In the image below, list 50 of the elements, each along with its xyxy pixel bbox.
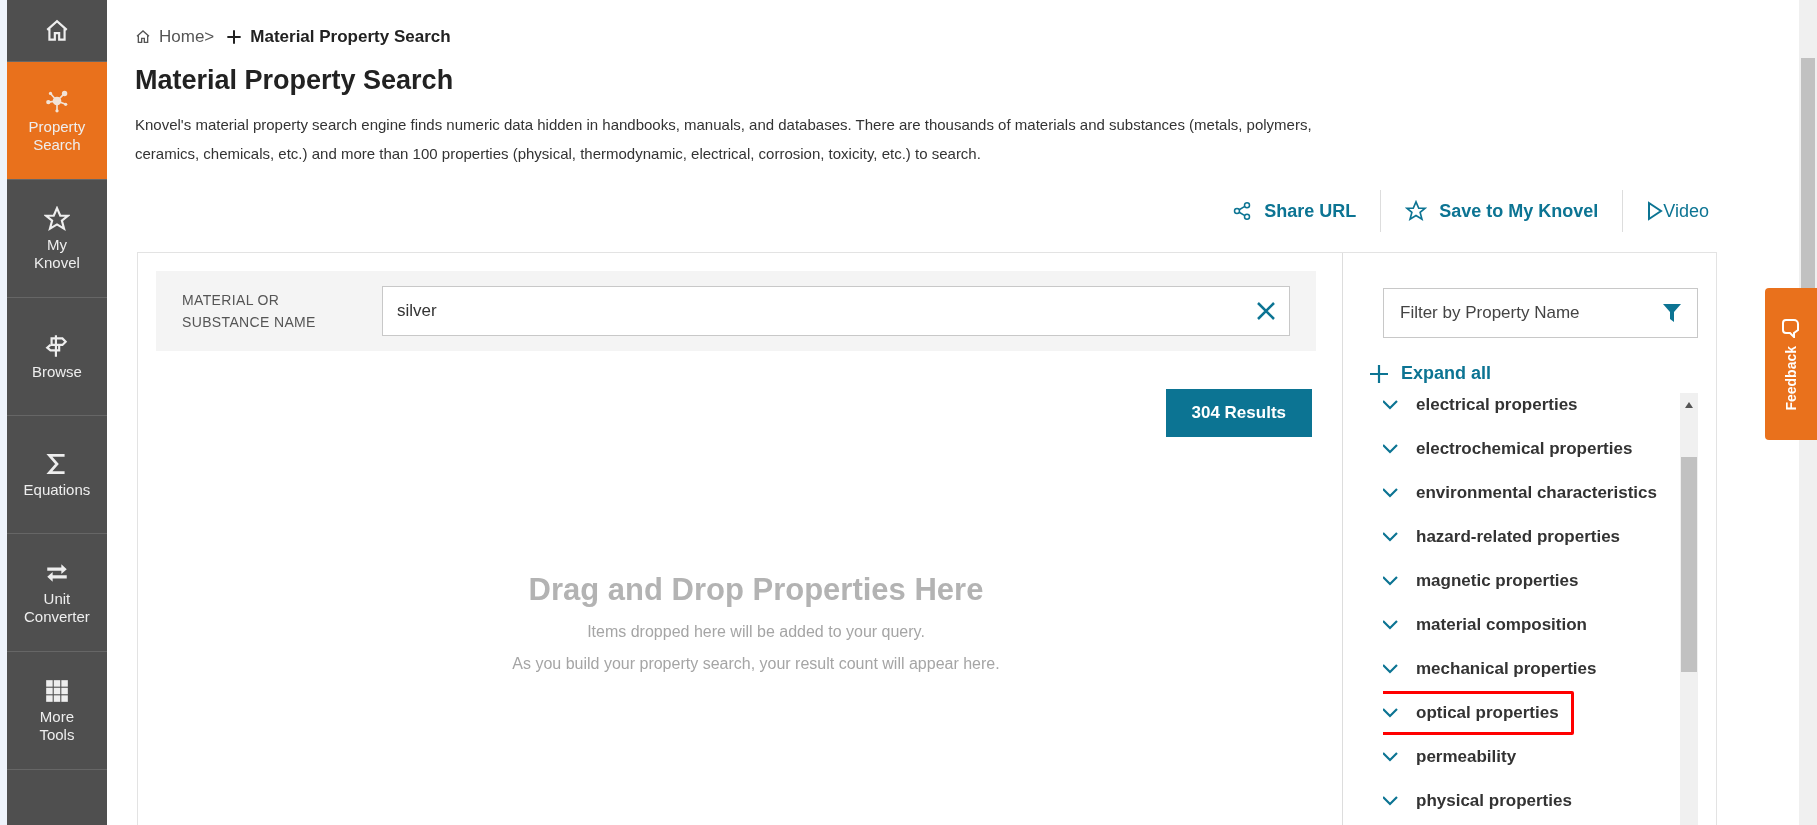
property-category[interactable]: environmental characteristics (1383, 471, 1672, 515)
chevron-down-icon (1383, 488, 1398, 498)
dropzone-heading: Drag and Drop Properties Here (528, 571, 984, 609)
property-category[interactable]: material composition (1383, 603, 1602, 647)
chevron-down-icon (1383, 708, 1398, 718)
clear-icon[interactable] (1256, 301, 1276, 321)
scrollbar[interactable] (1680, 393, 1698, 825)
scrollbar-thumb[interactable] (1801, 58, 1815, 288)
action-link[interactable]: Save to My Knovel (1405, 190, 1599, 232)
signpost-icon (43, 332, 70, 359)
filter-field[interactable]: Filter by Property Name (1383, 288, 1698, 338)
grid-icon (43, 677, 70, 704)
plus-icon (1369, 363, 1389, 384)
property-category[interactable]: electrochemical properties (1383, 427, 1648, 471)
speech-bubble-icon (1782, 317, 1800, 338)
results-count: 304 Results (1165, 389, 1312, 437)
chevron-down-icon (1383, 796, 1398, 806)
property-category[interactable]: optical properties (1383, 691, 1574, 735)
property-category[interactable]: physical properties (1383, 779, 1587, 823)
scroll-up-icon[interactable] (1684, 401, 1694, 409)
property-category[interactable]: permeability (1383, 735, 1532, 779)
home-icon (135, 28, 151, 45)
share-icon (1232, 201, 1253, 221)
play-icon (1647, 201, 1664, 221)
scrollbar-thumb[interactable] (1681, 457, 1697, 672)
property-category[interactable]: magnetic properties (1383, 559, 1594, 603)
breadcrumb-current: Material Property Search (250, 26, 451, 48)
chevron-down-icon (1383, 444, 1398, 454)
action-link[interactable]: Video (1647, 190, 1709, 232)
star-icon (43, 205, 70, 232)
page-description: Knovel's material property search engine finds numeric data hidden in handbooks, manuals, and databases. There are thousands of materials and substances (metals, polymers, ceramics, chemicals, etc.) and more than 100 properties (physical, thermodynamic, electrical, corrosion, toxicity, etc.) to search. (135, 115, 1313, 164)
chevron-down-icon (1383, 620, 1398, 630)
expand-all-button[interactable]: Expand all (1369, 360, 1492, 387)
page-title: Material Property Search (135, 63, 455, 97)
property-category[interactable]: mechanical properties (1383, 647, 1612, 691)
dropzone-hint: Items dropped here will be added to your query. (587, 621, 925, 642)
chevron-down-icon (1383, 752, 1398, 762)
search-field[interactable]: silver (382, 286, 1290, 336)
breadcrumb-link[interactable]: Home> (159, 24, 215, 50)
chevron-down-icon (1383, 400, 1398, 410)
filter-icon (1662, 303, 1682, 323)
chevron-down-icon (1383, 664, 1398, 674)
dropzone-hint: As you build your property search, your result count will appear here. (512, 653, 1000, 674)
property-category[interactable]: electrical properties (1383, 393, 1593, 427)
action-link[interactable]: Share URL (1232, 190, 1357, 232)
chevron-down-icon (1383, 576, 1398, 586)
star-icon (1405, 200, 1428, 222)
property-category[interactable]: hazard-related properties (1383, 515, 1636, 559)
chevron-down-icon (1383, 532, 1398, 542)
search-label: MATERIAL OR SUBSTANCE NAME (182, 291, 317, 332)
